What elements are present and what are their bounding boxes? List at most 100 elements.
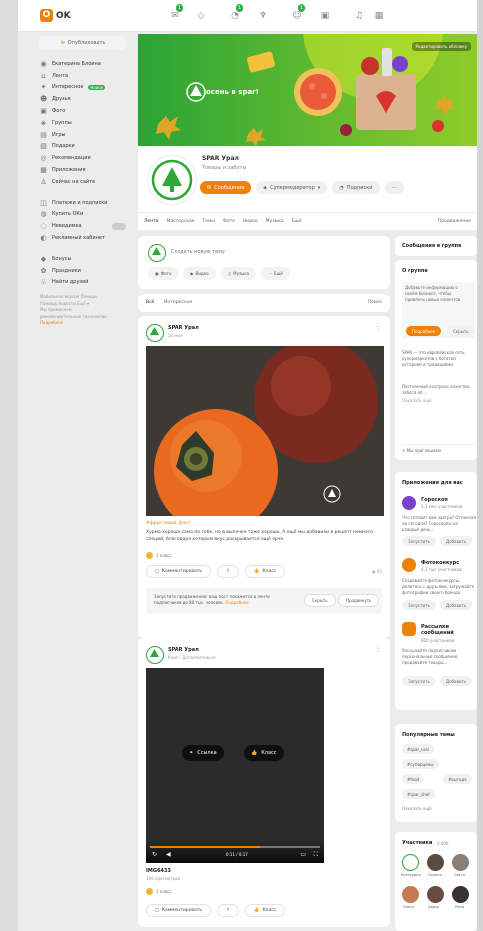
share-button[interactable]: ⇪ — [217, 904, 239, 917]
tab-workshop[interactable]: Мастерская — [166, 219, 194, 224]
topics-more[interactable]: Показать ещё — [402, 806, 432, 812]
sidebar-item-feed[interactable]: ⌂ Лента — [34, 70, 132, 82]
post-author[interactable]: SPAR Урал — [168, 325, 199, 331]
guests-nav-icon[interactable]: ♆ — [256, 10, 270, 22]
app-add-button[interactable]: Добавить — [440, 536, 473, 546]
tab-more[interactable]: Ещё — [292, 219, 302, 224]
sidebar-item-online[interactable]: ♙ Сейчас на сайте — [34, 176, 132, 188]
post-menu-icon[interactable]: ⋮ — [374, 644, 382, 653]
sidebar-item-games[interactable]: ▤ Игры — [34, 129, 132, 141]
sidebar-item-buy-ok[interactable]: ◍ Купить ОКи — [34, 209, 132, 221]
tab-feed[interactable]: Лента — [144, 219, 158, 224]
tab-video[interactable]: Видео — [243, 219, 258, 224]
topic-tag[interactable]: #spar_chef — [402, 789, 435, 799]
comment-button[interactable]: ◻ Комментировать — [146, 904, 212, 917]
footer-more-link[interactable]: Подробнее — [40, 320, 63, 325]
app-name[interactable]: Фотоконкурс — [421, 560, 459, 566]
right-edge-scrollbar[interactable] — [477, 0, 483, 931]
chip-more[interactable]: ⋯ Ещё — [261, 267, 290, 280]
sidebar-item-holidays[interactable]: ✿ Праздники — [34, 265, 132, 277]
sidebar-item-profile[interactable]: ◉ Екатерина Блоина — [34, 58, 132, 70]
comment-button[interactable]: ◻ Комментировать — [146, 565, 212, 578]
discussions-nav-icon[interactable]: ◇ — [194, 10, 208, 22]
member-avatar[interactable] — [402, 854, 419, 871]
edit-cover-button[interactable]: Редактировать обложку — [411, 42, 471, 51]
app-add-button[interactable]: Добавить — [440, 600, 473, 610]
games-nav-icon[interactable]: ▦ — [372, 10, 386, 22]
group-messages-card[interactable]: Сообщения в группе — [395, 236, 477, 256]
topic-tag[interactable]: #выгода — [443, 774, 472, 784]
app-launch-button[interactable]: Запустить — [402, 600, 436, 610]
group-avatar[interactable] — [148, 156, 196, 204]
volume-icon[interactable]: ◀ — [166, 851, 171, 858]
hide-promo-button[interactable]: Скрыть — [304, 594, 336, 607]
member-avatar[interactable] — [452, 854, 469, 871]
members-title[interactable]: Участники — [402, 840, 432, 846]
video-player[interactable]: ⚭ Ссылка 👍 Класс ↻ ◀ 0:11 / 0:17 ▭ ⛶ — [146, 668, 324, 863]
horoscope-app-icon[interactable] — [402, 496, 416, 510]
tab-music[interactable]: Музыка — [266, 219, 284, 224]
messages-nav-icon[interactable]: ✉ 1 — [168, 4, 184, 22]
about-more-button[interactable]: Подробнее — [406, 326, 442, 336]
filter-interesting[interactable]: Интересное — [164, 300, 192, 305]
sidebar-item-groups[interactable]: ◈ Группы — [34, 117, 132, 129]
post-hashtag[interactable]: #фруктовый_факт — [146, 521, 191, 526]
member-avatar[interactable] — [452, 886, 469, 903]
share-button[interactable]: ⇪ — [217, 565, 239, 578]
sidebar-item-ads[interactable]: ◐ Рекламный кабинет — [34, 232, 132, 244]
chip-music[interactable]: ♫ Музыка — [220, 267, 257, 280]
post-image[interactable] — [146, 346, 384, 516]
member-avatar[interactable] — [427, 886, 444, 903]
post-likes[interactable]: 1 класс — [146, 552, 172, 559]
ok-logo[interactable]: О OK — [40, 9, 71, 22]
video-link-button[interactable]: ⚭ Ссылка — [182, 745, 224, 761]
post-author[interactable]: SPAR Урал — [168, 647, 199, 653]
invite-link[interactable]: ⚭ Мы приглашаем — [402, 444, 476, 454]
notifications-nav-icon[interactable]: ◔ 1 — [228, 4, 244, 22]
sidebar-item-find-friends[interactable]: ♧ Найти друзей — [34, 277, 132, 289]
group-name[interactable]: SPAR Урал — [202, 155, 239, 162]
promote-more-link[interactable]: Подробнее — [225, 600, 248, 605]
topic-tag[interactable]: #суперцены — [402, 759, 439, 769]
video-nav-icon[interactable]: ▣ — [318, 10, 332, 22]
app-name[interactable]: Рассылки сообщений — [421, 624, 473, 636]
topic-tag[interactable]: #spar_ural — [402, 744, 434, 754]
tab-topics[interactable]: Темы — [203, 219, 215, 224]
promote-button[interactable]: Продвинуть — [338, 594, 380, 607]
invisible-toggle[interactable] — [112, 222, 126, 230]
sidebar-item-invisible[interactable]: ◌ Невидимка — [34, 220, 132, 232]
photocontest-app-icon[interactable] — [402, 558, 416, 572]
like-button[interactable]: 👍 Класс — [244, 904, 286, 917]
post-author-avatar[interactable] — [146, 324, 164, 342]
member-avatar[interactable] — [402, 886, 419, 903]
post-menu-icon[interactable]: ⋮ — [374, 322, 382, 331]
like-button[interactable]: 👍 Класс — [244, 565, 286, 578]
video-title[interactable]: IMG6433 — [146, 868, 171, 874]
replay-icon[interactable]: ↻ — [152, 851, 157, 858]
topic-tag[interactable]: #food — [402, 774, 425, 784]
app-name[interactable]: Гороскоп — [421, 497, 448, 503]
post-likes[interactable]: 1 класс — [146, 888, 172, 895]
promote-link[interactable]: Продвижение — [438, 219, 471, 224]
about-show-more[interactable]: Показать ещё — [402, 398, 476, 404]
sidebar-item-payments[interactable]: ◫ Платежи и подписки — [34, 197, 132, 209]
tab-photo[interactable]: Фото — [223, 219, 235, 224]
member-avatar[interactable] — [427, 854, 444, 871]
app-add-button[interactable]: Добавить — [440, 676, 473, 686]
music-nav-icon[interactable]: ♫ — [352, 10, 366, 22]
sidebar-item-gifts[interactable]: ▧ Подарки — [34, 141, 132, 153]
video-like-button[interactable]: 👍 Класс — [244, 745, 284, 761]
create-topic-input[interactable]: Создать новую тему — [171, 249, 225, 255]
sidebar-item-friends[interactable]: ☻ Друзья — [34, 93, 132, 105]
app-launch-button[interactable]: Запустить — [402, 536, 436, 546]
filter-all[interactable]: Всё — [146, 300, 154, 305]
subtitles-icon[interactable]: ▭ — [300, 851, 306, 858]
publish-button[interactable]: ⊕ Опубликовать — [38, 36, 128, 50]
sidebar-item-bonus[interactable]: ◆ Бонусы — [34, 253, 132, 265]
about-hide-button[interactable]: Скрыть — [447, 326, 475, 336]
post-author-avatar[interactable] — [146, 646, 164, 664]
messages-button[interactable]: ✉ Сообщения — [200, 181, 252, 194]
chip-video[interactable]: ▶ Видео — [183, 267, 216, 280]
subscriptions-button[interactable]: ◔ Подписки — [332, 181, 380, 194]
search-feed-link[interactable]: Поиск — [368, 300, 382, 305]
